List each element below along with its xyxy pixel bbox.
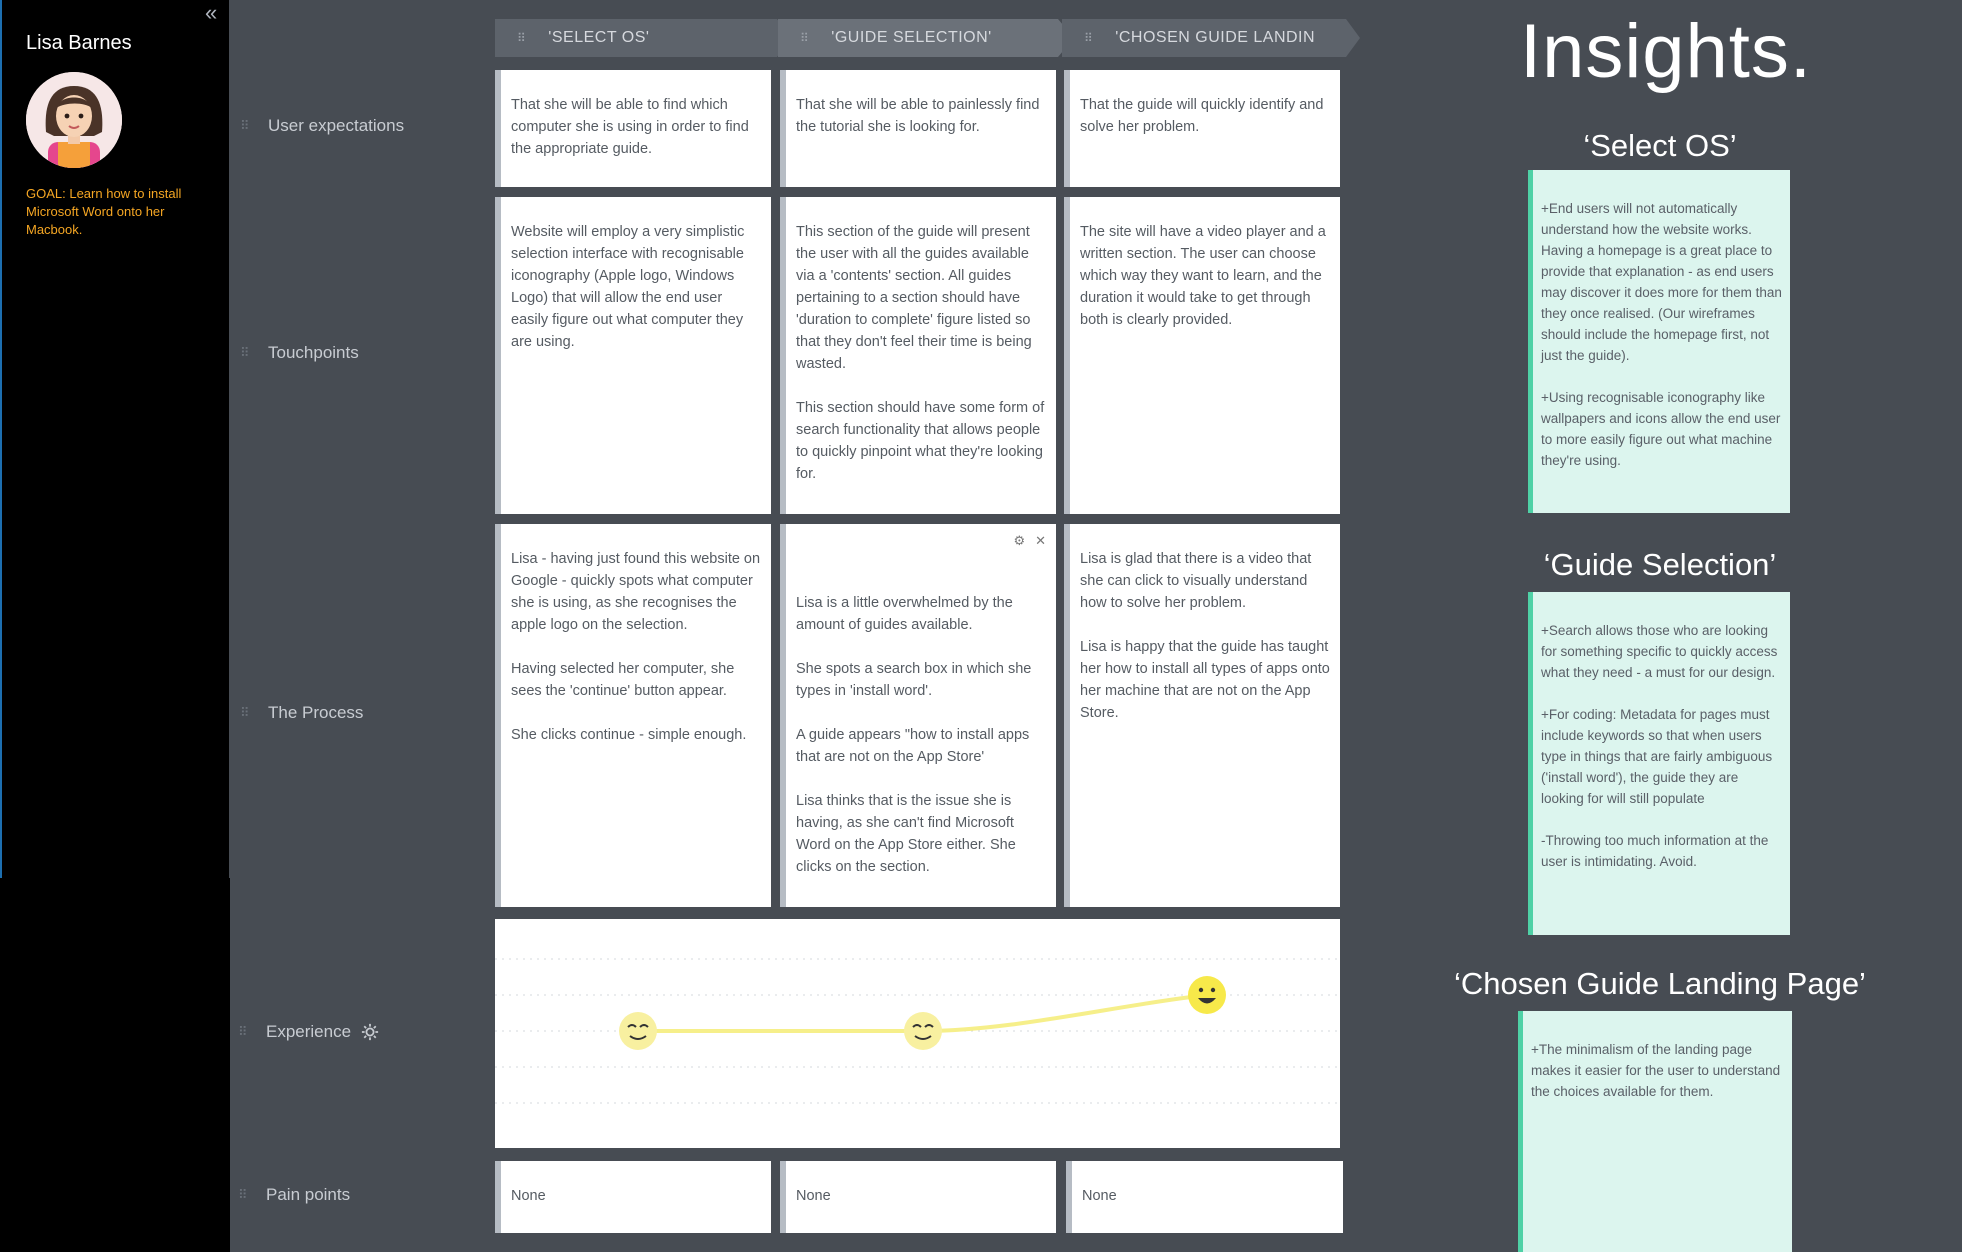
card-tools: ⚙ ✕ [1013, 530, 1046, 552]
card-process-chosen-guide[interactable]: Lisa is glad that there is a video that … [1064, 524, 1340, 907]
gear-icon[interactable]: ⚙ [1013, 530, 1025, 552]
insight-card-guide-selection[interactable]: +Search allows those who are looking for… [1528, 592, 1790, 935]
column-title: 'GUIDE SELECTION' [831, 29, 992, 46]
column-header-select-os[interactable]: ⠿ 'SELECT OS' [495, 19, 777, 57]
card-pain-points-guide-selection[interactable]: None [780, 1161, 1056, 1233]
row-label-experience[interactable]: ⠿ Experience [238, 1022, 379, 1042]
row-label-text: Experience [266, 1022, 352, 1041]
happy-face-icon[interactable] [1188, 976, 1226, 1014]
persona-name: Lisa Barnes [26, 32, 132, 54]
row-label-text: Pain points [266, 1185, 351, 1204]
insight-heading-guide-selection: ‘Guide Selection’ [1543, 547, 1777, 582]
row-label-text: User expectations [268, 116, 405, 135]
drag-handle-icon[interactable]: ⠿ [800, 31, 809, 45]
card-user-expectations-guide-selection[interactable]: That she will be able to painlessly find… [780, 70, 1056, 187]
insight-card-chosen-guide[interactable]: +The minimalism of the landing page make… [1518, 1011, 1792, 1252]
column-header-guide-selection[interactable]: ⠿ 'GUIDE SELECTION' [778, 19, 1058, 57]
row-label-touchpoints[interactable]: ⠿ Touchpoints [240, 343, 359, 363]
card-process-select-os[interactable]: Lisa - having just found this website on… [495, 524, 771, 907]
drag-handle-icon[interactable]: ⠿ [238, 1024, 266, 1040]
persona-goal: GOAL: Learn how to install Microsoft Wor… [26, 186, 182, 237]
card-touchpoints-chosen-guide[interactable]: The site will have a video player and a … [1064, 197, 1340, 514]
column-title: 'CHOSEN GUIDE LANDIN [1115, 29, 1316, 46]
row-label-process[interactable]: ⠿ The Process [240, 703, 363, 723]
header-arrow [1346, 19, 1360, 57]
column-header-chosen-guide[interactable]: ⠿ 'CHOSEN GUIDE LANDIN [1062, 19, 1346, 57]
row-label-text: Touchpoints [268, 343, 359, 362]
drag-handle-icon[interactable]: ⠿ [240, 118, 268, 134]
column-title: 'SELECT OS' [548, 29, 650, 46]
card-process-guide-selection[interactable]: ⚙ ✕ Lisa is a little overwhelmed by the … [780, 524, 1056, 907]
persona-panel: « Lisa Barnes GOAL: Learn how to install… [0, 0, 229, 878]
insights-title: Insights. [1520, 9, 1813, 94]
card-touchpoints-guide-selection[interactable]: This section of the guide will present t… [780, 197, 1056, 514]
collapse-sidebar-icon[interactable]: « [205, 0, 217, 26]
experience-graph[interactable] [495, 919, 1340, 1148]
card-user-expectations-chosen-guide[interactable]: That the guide will quickly identify and… [1064, 70, 1340, 187]
experience-points [619, 976, 1226, 1050]
drag-handle-icon[interactable]: ⠿ [240, 705, 268, 721]
experience-chart [495, 958, 1340, 1104]
insight-heading-select-os: ‘Select OS’ [1583, 128, 1737, 163]
content-face-icon[interactable] [619, 1012, 657, 1050]
close-icon[interactable]: ✕ [1035, 530, 1046, 552]
card-text: Lisa is a little overwhelmed by the amou… [796, 595, 1032, 875]
drag-handle-icon[interactable]: ⠿ [1084, 31, 1093, 45]
drag-handle-icon[interactable]: ⠿ [517, 31, 526, 45]
drag-handle-icon[interactable]: ⠿ [240, 345, 268, 361]
insight-card-select-os[interactable]: +End users will not automatically unders… [1528, 170, 1790, 513]
sidebar-footer [0, 878, 230, 1252]
row-label-pain-points[interactable]: ⠿ Pain points [238, 1185, 350, 1205]
row-label-text: The Process [268, 703, 364, 722]
drag-handle-icon[interactable]: ⠿ [238, 1187, 266, 1203]
card-pain-points-select-os[interactable]: None [495, 1161, 771, 1233]
avatar [26, 72, 122, 168]
card-user-expectations-select-os[interactable]: That she will be able to find which comp… [495, 70, 771, 187]
card-touchpoints-select-os[interactable]: Website will employ a very simplistic se… [495, 197, 771, 514]
gear-icon[interactable] [361, 1023, 379, 1041]
content-face-icon[interactable] [904, 1012, 942, 1050]
card-pain-points-chosen-guide[interactable]: None [1066, 1161, 1343, 1233]
row-label-user-expectations[interactable]: ⠿ User expectations [240, 116, 404, 136]
insight-heading-chosen-guide: ‘Chosen Guide Landing Page’ [1454, 966, 1866, 1001]
